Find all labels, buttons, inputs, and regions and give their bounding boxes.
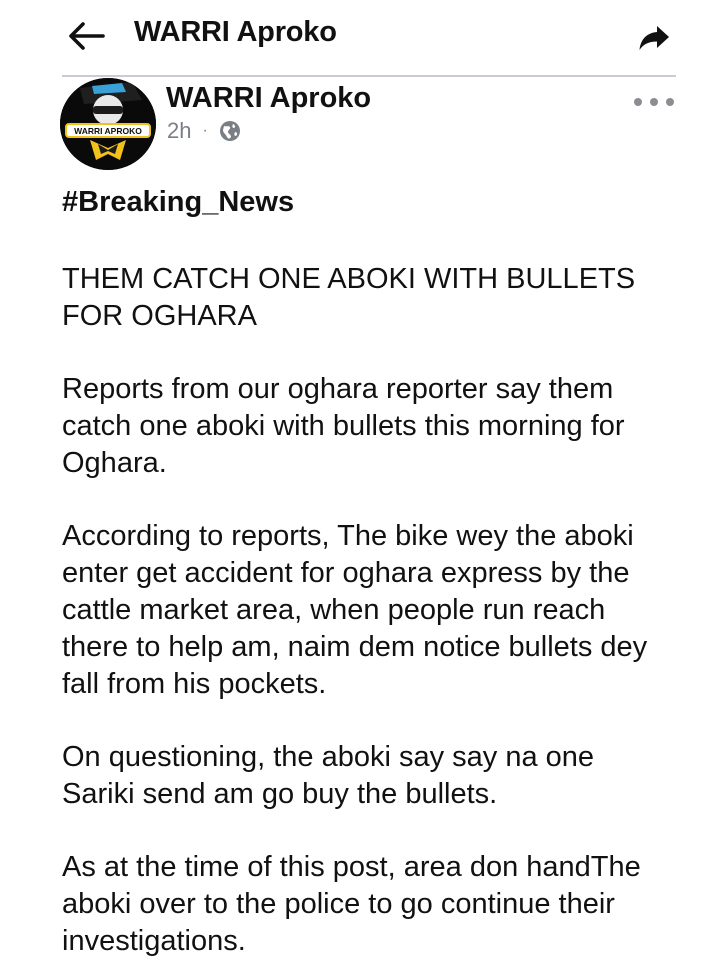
paragraph-line: investigations.: [62, 925, 246, 957]
share-button[interactable]: [632, 16, 676, 60]
back-button[interactable]: [64, 14, 108, 58]
top-app-bar: WARRI Aproko: [0, 0, 720, 76]
paragraph-line: cattle market area, when people run reac…: [62, 594, 606, 626]
meta-separator: ·: [202, 122, 208, 139]
post-paragraph-4: As at the time of this post, area don ha…: [62, 849, 702, 960]
paragraph-line: Oghara.: [62, 447, 167, 479]
more-dot: [666, 98, 674, 106]
page-title: WARRI Aproko: [134, 16, 337, 48]
post-time[interactable]: 2h: [167, 118, 191, 144]
post-author-name[interactable]: WARRI Aproko: [166, 82, 371, 115]
post-body: #Breaking_News THEM CATCH ONE ABOKI WITH…: [62, 184, 702, 960]
paragraph-line: Reports from our oghara reporter say the…: [62, 373, 614, 405]
post-paragraph-1: Reports from our oghara reporter say the…: [62, 371, 702, 482]
post-meta: 2h ·: [167, 118, 241, 144]
post-headline: THEM CATCH ONE ABOKI WITH BULLETS FOR OG…: [62, 261, 702, 335]
paragraph-line: fall from his pockets.: [62, 668, 327, 700]
globe-icon: [219, 120, 241, 142]
headline-line: THEM CATCH ONE ABOKI WITH BULLETS: [62, 263, 636, 295]
more-dots-icon: [634, 98, 642, 106]
paragraph-line: aboki over to the police to go continue …: [62, 888, 615, 920]
more-options-button[interactable]: [634, 88, 674, 116]
post-paragraph-3: On questioning, the aboki say say na one…: [62, 739, 702, 813]
paragraph-line: According to reports, The bike wey the a…: [62, 520, 634, 552]
paragraph-line: Sariki send am go buy the bullets.: [62, 778, 498, 810]
arrow-left-icon: [69, 22, 105, 50]
page-logo: WARRI APROKO: [60, 78, 156, 170]
avatar[interactable]: WARRI APROKO: [60, 78, 156, 170]
header-divider: [62, 75, 676, 77]
more-dot: [650, 98, 658, 106]
paragraph-line: there to help am, naim dem notice bullet…: [62, 631, 648, 663]
paragraph-line: enter get accident for oghara express by…: [62, 557, 630, 589]
headline-line: FOR OGHARA: [62, 300, 257, 332]
paragraph-line: As at the time of this post, area don ha…: [62, 851, 641, 883]
paragraph-line: catch one aboki with bullets this mornin…: [62, 410, 625, 442]
hashtag-link[interactable]: #Breaking_News: [62, 186, 294, 218]
svg-text:WARRI APROKO: WARRI APROKO: [74, 126, 142, 136]
post-paragraph-2: According to reports, The bike wey the a…: [62, 518, 702, 703]
paragraph-line: On questioning, the aboki say say na one: [62, 741, 595, 773]
share-arrow-icon: [639, 26, 669, 50]
